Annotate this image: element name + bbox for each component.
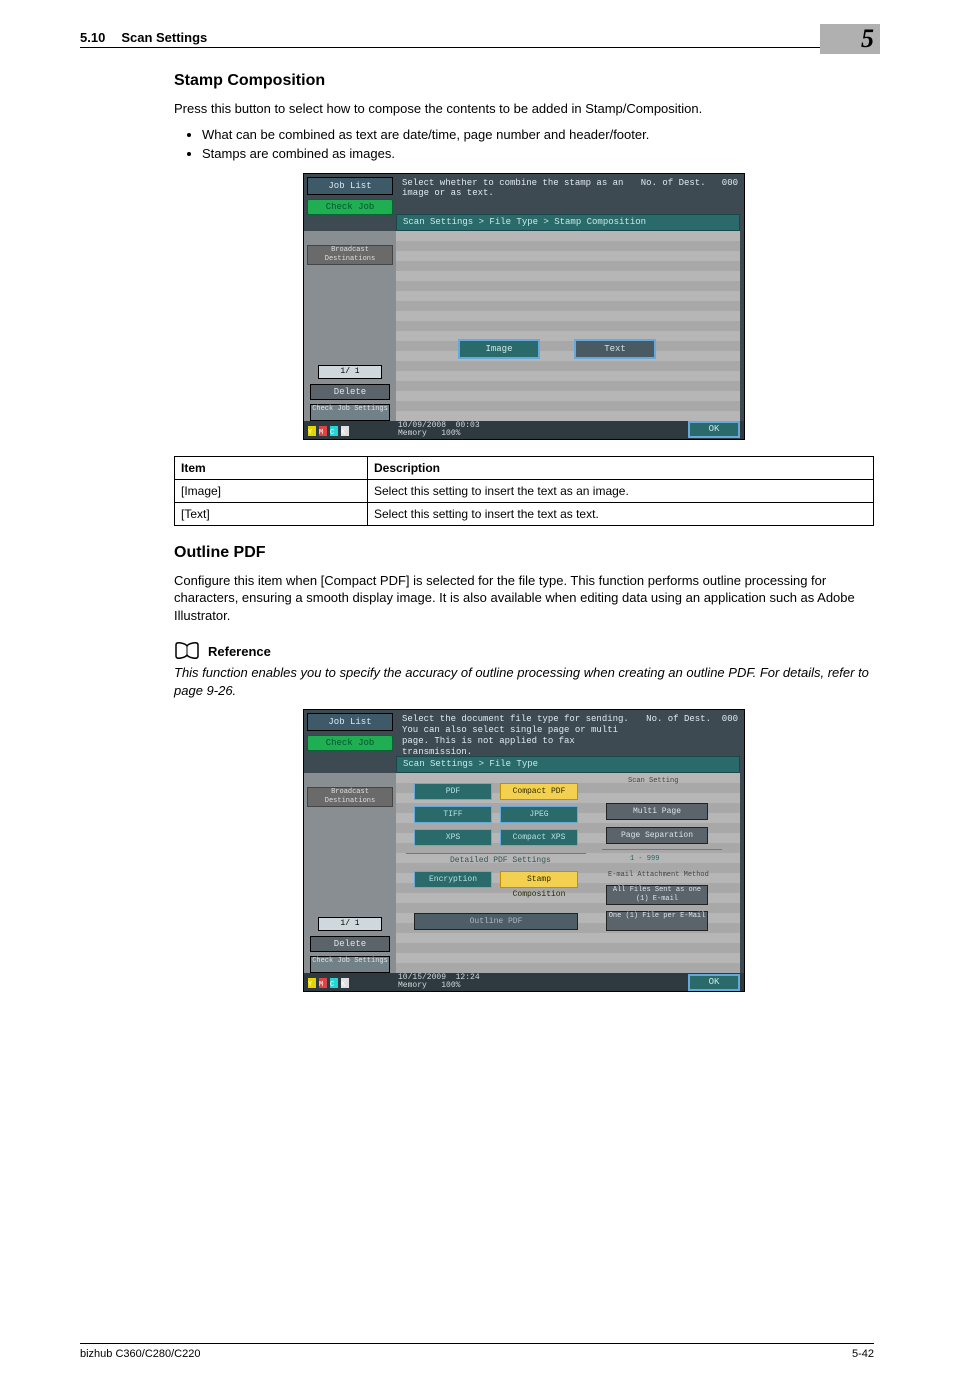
ok-button[interactable]: OK: [688, 974, 740, 991]
toner-indicator: Y M C K: [308, 424, 392, 436]
hint-text: Select the document file type for sendin…: [396, 710, 646, 754]
section-title: Scan Settings: [121, 30, 207, 45]
email-attach-label: E-mail Attachment Method: [608, 871, 709, 879]
dest-value: 000: [722, 178, 738, 188]
stamp-intro: Press this button to select how to compo…: [174, 100, 874, 118]
hint-text: Select whether to combine the stamp as a…: [396, 174, 641, 212]
delete-button[interactable]: Delete: [310, 936, 390, 952]
tiff-button[interactable]: TIFF: [414, 806, 492, 823]
outline-pdf-heading: Outline PDF: [174, 544, 874, 562]
one-file-button[interactable]: One (1) File per E-Mail: [606, 911, 708, 931]
table-row: [Image] Select this setting to insert th…: [175, 479, 874, 502]
reference-text: This function enables you to specify the…: [174, 664, 874, 699]
text-button[interactable]: Text: [574, 339, 656, 359]
dest-label: No. of Dest.: [641, 178, 706, 188]
stamp-composition-table: Item Description [Image] Select this set…: [174, 456, 874, 526]
col-desc-header: Description: [368, 456, 874, 479]
section-number: 5.10: [80, 30, 105, 45]
status-info: 10/09/2008 00:03 Memory 100%: [398, 422, 480, 438]
image-button[interactable]: Image: [458, 339, 540, 359]
stamp-composition-screenshot: Job List Check Job Select whether to com…: [303, 173, 745, 440]
chapter-badge: 5: [820, 24, 880, 54]
breadcrumb: Scan Settings > File Type > Stamp Compos…: [396, 214, 740, 231]
detailed-pdf-label: Detailed PDF Settings: [450, 856, 551, 865]
encryption-button[interactable]: Encryption: [414, 871, 492, 888]
stamp-composition-heading: Stamp Composition: [174, 72, 874, 90]
stamp-bullets: What can be combined as text are date/ti…: [174, 126, 874, 163]
job-list-tab[interactable]: Job List: [307, 713, 393, 731]
check-job-tab[interactable]: Check Job: [307, 735, 393, 751]
page-counter: 1/ 1: [318, 917, 382, 931]
check-job-settings-button[interactable]: Check Job Settings: [310, 404, 390, 421]
status-info: 10/15/2009 12:24 Memory 100%: [398, 974, 480, 990]
page-footer: bizhub C360/C280/C220 5-42: [80, 1343, 874, 1360]
dest-count: No. of Dest. 000: [641, 174, 744, 212]
table-row: [Text] Select this setting to insert the…: [175, 502, 874, 525]
page-range-label: 1 - 999: [630, 855, 659, 863]
reference-label: Reference: [208, 644, 271, 659]
bullet-item: What can be combined as text are date/ti…: [202, 126, 874, 144]
bullet-item: Stamps are combined as images.: [202, 145, 874, 163]
multi-page-button[interactable]: Multi Page: [606, 803, 708, 820]
xps-button[interactable]: XPS: [414, 829, 492, 846]
dest-count: No. of Dest. 000: [646, 710, 744, 754]
broadcast-destinations-button[interactable]: Broadcast Destinations: [307, 787, 393, 807]
pdf-button[interactable]: PDF: [414, 783, 492, 800]
all-files-button[interactable]: All Files Sent as one (1) E-mail: [606, 885, 708, 905]
compact-xps-button[interactable]: Compact XPS: [500, 829, 578, 846]
reference-icon: [174, 642, 200, 660]
broadcast-destinations-button[interactable]: Broadcast Destinations: [307, 245, 393, 265]
delete-button[interactable]: Delete: [310, 384, 390, 400]
col-item-header: Item: [175, 456, 368, 479]
scan-setting-label: Scan Setting: [628, 777, 678, 785]
jpeg-button[interactable]: JPEG: [500, 806, 578, 823]
page-separation-button[interactable]: Page Separation: [606, 827, 708, 844]
outline-pdf-para: Configure this item when [Compact PDF] i…: [174, 572, 874, 625]
check-job-settings-button[interactable]: Check Job Settings: [310, 956, 390, 973]
reference-block: Reference: [174, 642, 874, 660]
stamp-composition-button[interactable]: Stamp Composition: [500, 871, 578, 888]
ok-button[interactable]: OK: [688, 421, 740, 438]
running-header: 5.10 Scan Settings 5: [80, 30, 874, 48]
page-counter: 1/ 1: [318, 365, 382, 379]
job-list-tab[interactable]: Job List: [307, 177, 393, 195]
compact-pdf-button[interactable]: Compact PDF: [500, 783, 578, 800]
toner-indicator: Y M C K: [308, 976, 392, 988]
file-type-screenshot: Job List Check Job Select the document f…: [303, 709, 745, 992]
breadcrumb: Scan Settings > File Type: [396, 756, 740, 773]
outline-pdf-button[interactable]: Outline PDF: [414, 913, 578, 930]
